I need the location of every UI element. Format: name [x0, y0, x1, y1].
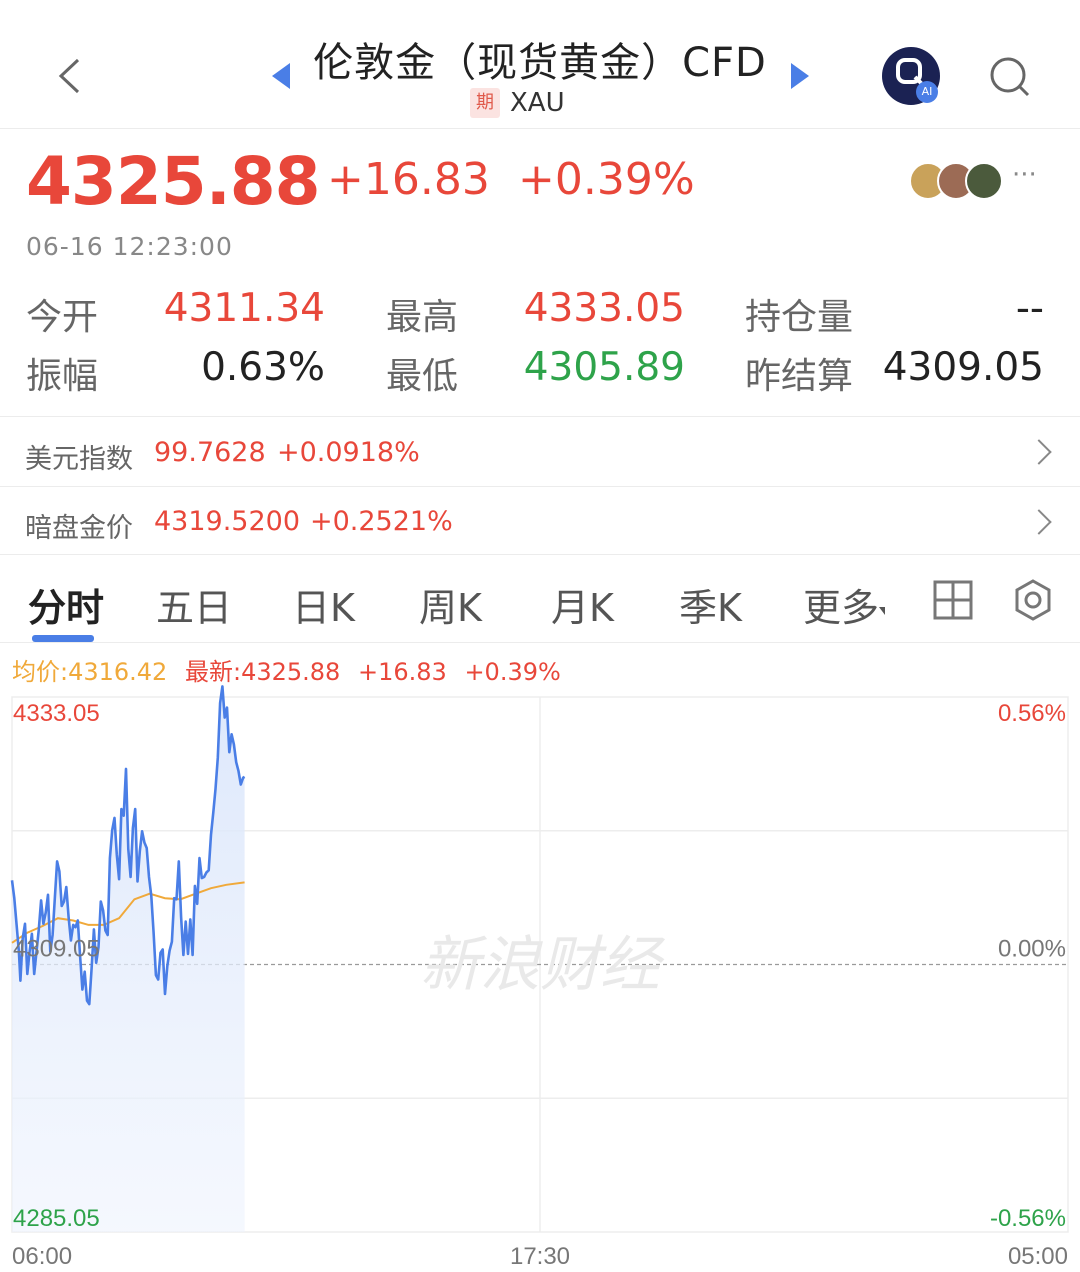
y-tick-right: -0.56%	[990, 1205, 1066, 1232]
x-tick: 05:00	[1008, 1243, 1068, 1270]
x-tick: 17:30	[510, 1243, 570, 1270]
y-tick-left: 4309.05	[13, 936, 100, 963]
x-tick: 06:00	[12, 1243, 72, 1270]
y-tick-right: 0.00%	[998, 936, 1066, 963]
intraday-chart[interactable]: 新浪财经 4333.05 4309.05 4285.05 0.56% 0.00% -0.5…	[0, 0, 1080, 1272]
y-tick-right: 0.56%	[998, 700, 1066, 727]
watermark: 新浪财经	[420, 930, 666, 1000]
y-tick-left: 4333.05	[13, 700, 100, 727]
y-tick-left: 4285.05	[13, 1205, 100, 1232]
